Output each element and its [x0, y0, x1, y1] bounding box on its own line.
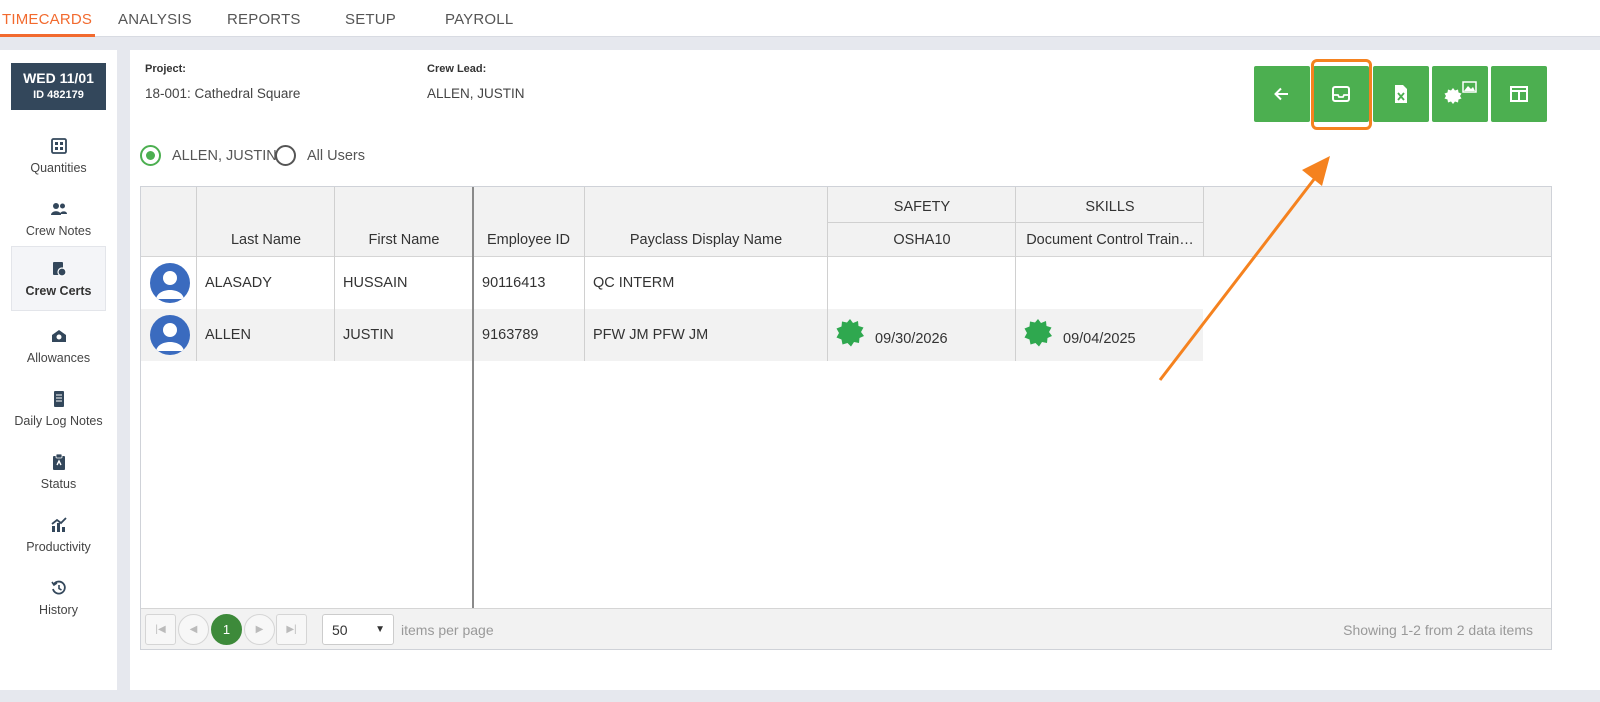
crew-certs-icon [52, 262, 67, 277]
sidebar-item-history[interactable]: History [11, 566, 106, 630]
tab-setup[interactable]: SETUP [345, 11, 396, 28]
certificate-badge-icon[interactable] [835, 318, 865, 348]
cell-payclass: QC INTERM [593, 275, 675, 291]
cell-first-name: JUSTIN [343, 327, 394, 343]
chevron-down-icon: ▼ [375, 624, 385, 635]
next-page-button[interactable]: ▶ [244, 614, 275, 645]
cell-last-name: ALLEN [205, 327, 251, 343]
tab-payroll[interactable]: PAYROLL [445, 11, 513, 28]
grid-header: SAFETY SKILLS Last Name First Name Emplo… [141, 187, 1551, 257]
status-icon [52, 453, 65, 470]
sidebar-item-label: History [39, 603, 78, 617]
tab-analysis[interactable]: ANALYSIS [118, 11, 192, 28]
sidebar-item-label: Quantities [30, 161, 87, 175]
tab-timecards[interactable]: TIMECARDS [2, 11, 92, 28]
timecard-id: ID 482179 [33, 89, 84, 101]
history-icon [50, 580, 66, 595]
crew-notes-icon [50, 203, 67, 215]
pager: |◀ ◀ 1 ▶ ▶| 50 ▼ items per page Showing … [141, 608, 1551, 649]
excel-export-icon [1395, 85, 1407, 103]
avatar [150, 315, 190, 355]
sidebar-item-label: Status [40, 477, 77, 491]
group-header-safety: SAFETY [893, 199, 951, 215]
cert-image-button[interactable] [1432, 66, 1488, 122]
crew-certs-grid: SAFETY SKILLS Last Name First Name Emplo… [140, 186, 1552, 650]
sidebar-item-daily-log-notes[interactable]: Daily Log Notes [11, 377, 106, 441]
date-label: WED 11/01 [23, 70, 94, 86]
project-value: 18-001: Cathedral Square [145, 86, 301, 101]
email-button-highlight [1311, 59, 1372, 130]
quantities-icon [50, 138, 67, 154]
column-header-osha10[interactable]: OSHA10 [828, 232, 1016, 248]
column-header-document-control[interactable]: Document Control Train… [1016, 232, 1204, 248]
cell-last-name: ALASADY [205, 275, 272, 291]
table-row[interactable]: ALASADY HUSSAIN 90116413 QC INTERM [141, 257, 1203, 309]
tab-reports[interactable]: REPORTS [227, 11, 301, 28]
sidebar-item-label: Crew Certs [25, 284, 92, 298]
split-view-button[interactable] [1491, 66, 1547, 122]
productivity-icon [50, 517, 67, 532]
crew-lead-value: ALLEN, JUSTIN [427, 86, 525, 101]
cell-employee-id: 90116413 [482, 275, 546, 291]
back-button[interactable] [1254, 66, 1310, 122]
last-page-button[interactable]: ▶| [276, 614, 307, 645]
cert-image-icon [1444, 81, 1477, 104]
table-row[interactable]: ALLEN JUSTIN 9163789 PFW JM PFW JM 09/30… [141, 309, 1203, 361]
top-nav: TIMECARDS ANALYSIS REPORTS SETUP PAYROLL [0, 0, 1600, 37]
column-header-last-name[interactable]: Last Name [197, 232, 335, 248]
first-page-button[interactable]: |◀ [145, 614, 176, 645]
radio-current-user[interactable] [140, 145, 161, 166]
cell-employee-id: 9163789 [482, 327, 539, 343]
group-header-skills: SKILLS [1085, 199, 1135, 215]
cell-payclass: PFW JM PFW JM [593, 327, 709, 343]
radio-all-users-label[interactable]: All Users [307, 148, 365, 164]
back-arrow-icon [1274, 87, 1288, 101]
excel-export-button[interactable] [1373, 66, 1429, 122]
radio-current-user-label[interactable]: ALLEN, JUSTIN [172, 148, 277, 164]
sidebar-item-label: Daily Log Notes [14, 414, 103, 428]
crew-lead-label: Crew Lead: [427, 63, 487, 75]
avatar [150, 263, 190, 303]
cell-document-control-expiry: 09/04/2025 [1063, 331, 1136, 347]
page-size-select[interactable]: 50 ▼ [322, 614, 394, 645]
allowances-icon [51, 330, 66, 342]
page-number-button[interactable]: 1 [211, 614, 242, 645]
items-per-page-label: items per page [401, 622, 494, 638]
prev-page-button[interactable]: ◀ [178, 614, 209, 645]
sidebar-item-crew-certs[interactable]: Crew Certs [11, 246, 106, 311]
project-label: Project: [145, 63, 186, 75]
split-view-icon [1510, 86, 1528, 102]
sidebar-item-allowances[interactable]: Allowances [11, 314, 106, 378]
column-header-employee-id[interactable]: Employee ID [473, 232, 584, 248]
sidebar: WED 11/01 ID 482179 Quantities Crew Note… [0, 50, 117, 690]
sidebar-item-label: Crew Notes [25, 224, 92, 238]
daily-log-notes-icon [53, 391, 64, 407]
cell-first-name: HUSSAIN [343, 275, 408, 291]
pager-summary: Showing 1-2 from 2 data items [1343, 622, 1533, 638]
radio-all-users[interactable] [275, 145, 296, 166]
sidebar-item-productivity[interactable]: Productivity [11, 503, 106, 567]
sidebar-item-label: Allowances [26, 351, 91, 365]
sidebar-item-status[interactable]: Status [11, 440, 106, 504]
sidebar-item-crew-notes[interactable]: Crew Notes [11, 187, 106, 251]
active-tab-underline [0, 34, 95, 37]
cell-osha10-expiry: 09/30/2026 [875, 331, 948, 347]
column-header-payclass[interactable]: Payclass Display Name [584, 232, 828, 248]
page-size-value: 50 [332, 622, 348, 638]
column-header-first-name[interactable]: First Name [335, 232, 473, 248]
certificate-badge-icon[interactable] [1023, 318, 1053, 348]
sidebar-item-label: Productivity [26, 540, 91, 554]
date-badge: WED 11/01 ID 482179 [11, 63, 106, 110]
sidebar-item-quantities[interactable]: Quantities [11, 124, 106, 188]
